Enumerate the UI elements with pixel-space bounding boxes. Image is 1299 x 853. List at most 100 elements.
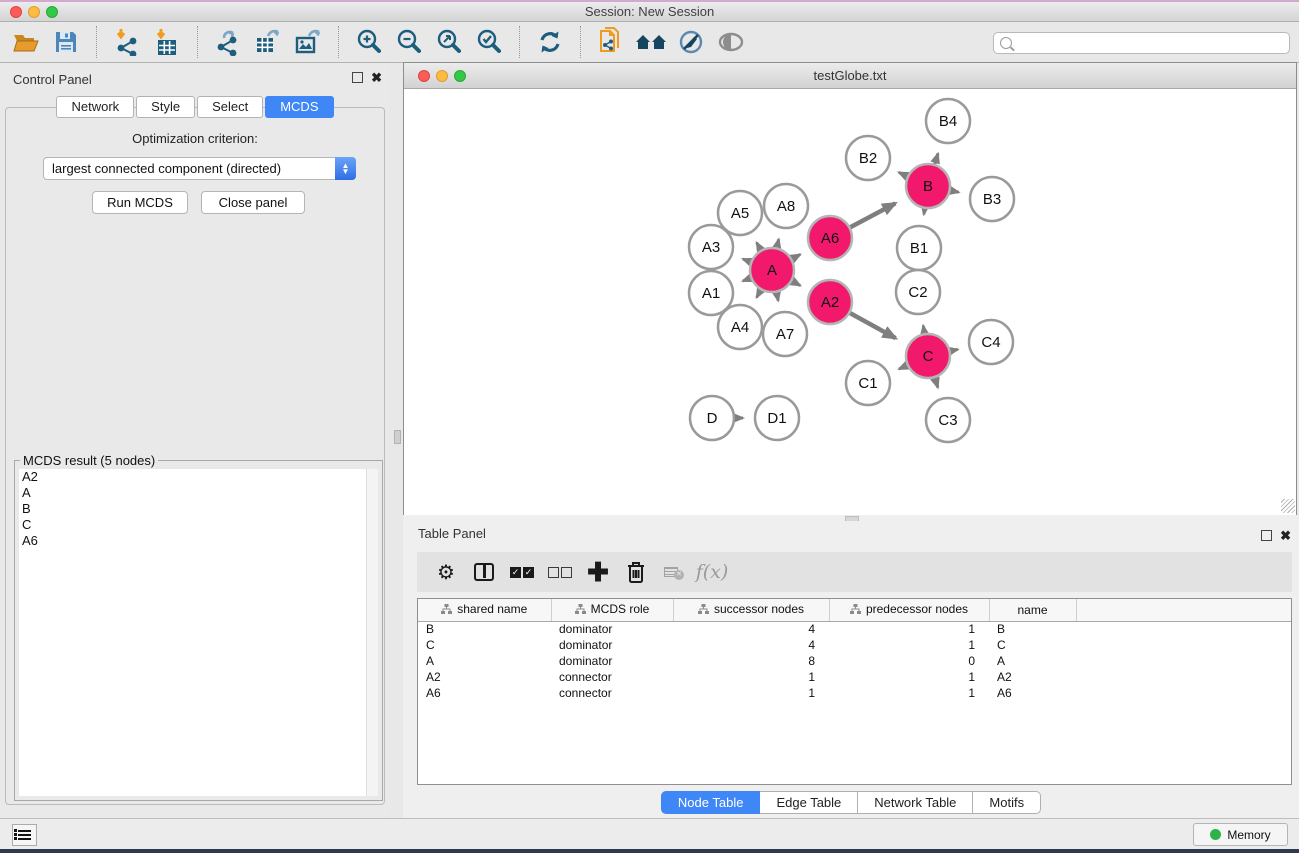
delete-column-button[interactable]: ✕ — [655, 556, 693, 588]
graph-node-A8[interactable]: A8 — [764, 184, 808, 228]
table-cell[interactable]: A — [989, 653, 1076, 669]
minimize-window-button[interactable] — [28, 6, 40, 18]
table-row[interactable]: Adominator80A — [418, 653, 1291, 669]
graph-edge-A-A4[interactable] — [757, 290, 761, 297]
graph-node-C[interactable]: C — [906, 334, 950, 378]
graph-edge-C-C3[interactable] — [935, 378, 938, 388]
graph-edge-B-B1[interactable] — [924, 209, 925, 215]
tab-style[interactable]: Style — [136, 96, 195, 118]
open-session-button[interactable] — [6, 25, 46, 59]
table-cell[interactable]: connector — [551, 669, 673, 685]
graph-node-C2[interactable]: C2 — [896, 270, 940, 314]
graph-edge-A-A6[interactable] — [792, 254, 800, 258]
result-item[interactable]: A6 — [19, 533, 366, 549]
table-cell[interactable]: 1 — [829, 669, 989, 685]
table-cell[interactable]: 1 — [673, 685, 829, 701]
zoom-selected-button[interactable] — [469, 25, 509, 59]
table-cell[interactable]: C — [989, 637, 1076, 653]
table-cell[interactable]: C — [418, 637, 551, 653]
export-table-button[interactable] — [248, 25, 288, 59]
table-cell[interactable]: 1 — [829, 637, 989, 653]
graph-edge-A-A1[interactable] — [743, 278, 751, 281]
graph-edge-A-A5[interactable] — [757, 243, 761, 250]
close-panel-icon[interactable]: ✖ — [1280, 530, 1291, 541]
column-header-shared-name[interactable]: shared name — [418, 599, 551, 621]
table-row[interactable]: A2connector11A2 — [418, 669, 1291, 685]
tab-motifs[interactable]: Motifs — [973, 791, 1041, 814]
task-history-button[interactable] — [12, 824, 37, 846]
show-hide-button[interactable] — [711, 25, 751, 59]
float-panel-icon[interactable] — [1261, 530, 1272, 541]
tab-select[interactable]: Select — [197, 96, 263, 118]
table-cell[interactable]: 1 — [829, 685, 989, 701]
delete-row-button[interactable] — [617, 556, 655, 588]
add-column-button[interactable]: ✚ — [579, 556, 617, 588]
graph-node-A6[interactable]: A6 — [808, 216, 852, 260]
window-resize-handle[interactable] — [1281, 499, 1295, 513]
graph-node-A7[interactable]: A7 — [763, 312, 807, 356]
tab-mcds[interactable]: MCDS — [265, 96, 333, 118]
graph-edge-C-C4[interactable] — [950, 349, 957, 351]
save-session-button[interactable] — [46, 25, 86, 59]
graph-node-C4[interactable]: C4 — [969, 320, 1013, 364]
table-cell[interactable]: B — [418, 621, 551, 637]
table-cell[interactable]: A2 — [418, 669, 551, 685]
memory-button[interactable]: Memory — [1193, 823, 1288, 846]
table-cell[interactable]: A2 — [989, 669, 1076, 685]
graph-node-A3[interactable]: A3 — [689, 225, 733, 269]
search-input[interactable] — [1017, 36, 1289, 50]
table-cell[interactable]: 4 — [673, 637, 829, 653]
column-header-successor-nodes[interactable]: successor nodes — [673, 599, 829, 621]
table-cell[interactable]: A6 — [418, 685, 551, 701]
table-cell[interactable]: 1 — [673, 669, 829, 685]
graph-node-B3[interactable]: B3 — [970, 177, 1014, 221]
graph-node-A2[interactable]: A2 — [808, 280, 852, 324]
toolbar-search[interactable] — [993, 32, 1290, 54]
graph-edge-C-C1[interactable] — [899, 365, 907, 369]
deselect-all-button[interactable] — [541, 556, 579, 588]
cybrowser-button[interactable] — [631, 25, 671, 59]
table-cell[interactable]: A — [418, 653, 551, 669]
result-item[interactable]: B — [19, 501, 366, 517]
column-view-button[interactable] — [465, 556, 503, 588]
table-cell[interactable]: dominator — [551, 621, 673, 637]
select-all-button[interactable]: ✓ ✓ — [503, 556, 541, 588]
zoom-in-button[interactable] — [349, 25, 389, 59]
node-table[interactable]: shared name MCDS role successor nodes pr… — [417, 598, 1292, 785]
close-panel-button[interactable]: Close panel — [201, 191, 305, 214]
column-header-name[interactable]: name — [989, 599, 1076, 621]
close-panel-icon[interactable]: ✖ — [371, 72, 382, 83]
table-cell[interactable]: dominator — [551, 637, 673, 653]
network-close-button[interactable] — [418, 70, 430, 82]
graph-edge-A-A8[interactable] — [777, 239, 779, 247]
result-item[interactable]: A2 — [19, 469, 366, 485]
table-row[interactable]: Cdominator41C — [418, 637, 1291, 653]
network-window-titlebar[interactable]: testGlobe.txt — [404, 63, 1296, 89]
import-network-button[interactable] — [107, 25, 147, 59]
network-zoom-button[interactable] — [454, 70, 466, 82]
import-table-button[interactable] — [147, 25, 187, 59]
table-cell[interactable]: 8 — [673, 653, 829, 669]
graph-edge-A-A3[interactable] — [743, 259, 751, 262]
network-canvas[interactable]: B4B2BB3B1A5A8A6A3AA1A2C2A4A7C4CC1C3DD1 — [404, 90, 1296, 515]
refresh-view-button[interactable] — [530, 25, 570, 59]
graph-node-B4[interactable]: B4 — [926, 99, 970, 143]
table-row[interactable]: Bdominator41B — [418, 621, 1291, 637]
result-scrollbar[interactable] — [366, 469, 378, 796]
tab-network-table[interactable]: Network Table — [858, 791, 973, 814]
graph-edge-A6-B[interactable] — [850, 203, 895, 227]
graph-edge-A-A2[interactable] — [792, 281, 800, 285]
column-header-predecessor-nodes[interactable]: predecessor nodes — [829, 599, 989, 621]
graph-node-B2[interactable]: B2 — [846, 136, 890, 180]
tab-network[interactable]: Network — [56, 96, 134, 118]
table-cell[interactable]: connector — [551, 685, 673, 701]
hide-graphics-button[interactable] — [671, 25, 711, 59]
function-builder-button[interactable]: f(x) — [693, 556, 731, 588]
tab-edge-table[interactable]: Edge Table — [760, 791, 858, 814]
close-window-button[interactable] — [10, 6, 22, 18]
table-cell[interactable]: 0 — [829, 653, 989, 669]
divider-grip[interactable] — [394, 430, 401, 444]
table-settings-button[interactable]: ⚙ — [427, 556, 465, 588]
criterion-dropdown[interactable]: largest connected component (directed) ▲… — [43, 157, 356, 180]
graph-edge-B-B4[interactable] — [935, 153, 938, 164]
